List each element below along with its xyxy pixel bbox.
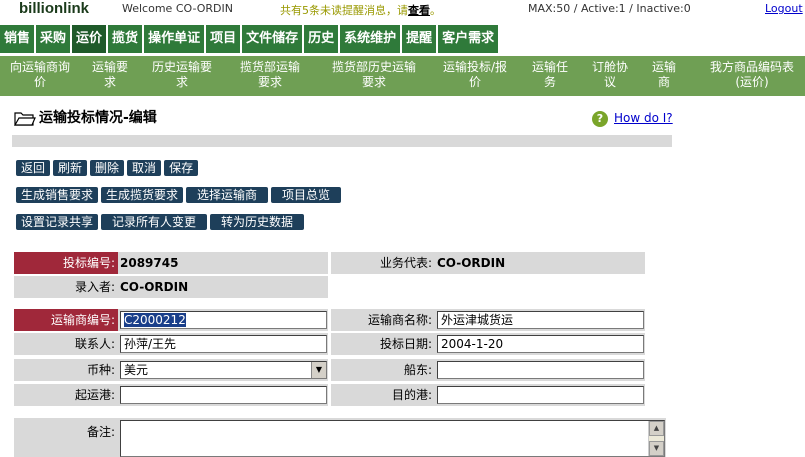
entered-by-label: 录入者: [14,276,118,298]
tab-history[interactable]: 历史 [304,25,339,53]
chevron-down-icon[interactable]: ▼ [311,362,326,378]
cancel-button[interactable]: 取消 [127,160,162,176]
bid-no-label: 投标编号: [14,252,118,274]
dest-port-label: 目的港: [331,384,435,406]
currency-select[interactable]: 美元 ▼ [120,361,327,379]
app-logo: billionlink [19,0,89,17]
subnav-carriers[interactable]: 运输 商 [649,60,679,90]
help-icon[interactable]: ? [592,111,608,127]
remarks-label: 备注: [14,418,118,457]
title-divider [12,135,672,147]
subnav-transport-tasks[interactable]: 运输任 务 [527,60,573,90]
carrier-no-selected-text: C2000212 [124,313,186,327]
set-record-sharing-button[interactable]: 设置记录共享 [16,214,99,230]
carrier-name-label: 运输商名称: [331,309,435,331]
tab-reminders[interactable]: 提醒 [402,25,437,53]
reminder-notice: 共有5条未读提醒消息，请查看。 [280,2,441,18]
delete-button[interactable]: 删除 [90,160,125,176]
tab-cargo-canvassing[interactable]: 揽货 [108,25,143,53]
subnav-history-transport-requirements[interactable]: 历史运输要 求 [145,60,219,90]
reminder-view-link[interactable]: 查看 [408,4,430,17]
subnav-transport-requirements[interactable]: 运输要 求 [87,60,133,90]
bid-date-label: 投标日期: [331,333,435,355]
reminder-notice-prefix: 共有5条未读提醒消息，请 [280,4,408,17]
remarks-scrollbar[interactable]: ▲ ▼ [648,421,664,456]
tab-system-maintenance[interactable]: 系统维护 [340,25,401,53]
shipowner-label: 船东: [331,359,435,381]
tab-operation-documents[interactable]: 操作单证 [144,25,205,53]
convert-to-history-button[interactable]: 转为历史数据 [210,214,305,230]
top-bar: billionlink Welcome CO-ORDIN 共有5条未读提醒消息，… [0,0,805,18]
contact-input[interactable]: 孙萍/王先 [120,335,327,353]
refresh-button[interactable]: 刷新 [53,160,88,176]
main-nav: 销售 采购 运价 揽货 操作单证 项目 文件储存 历史 系统维护 提醒 客户需求 [0,25,500,53]
origin-port-label: 起运港: [14,384,118,406]
carrier-no-label: 运输商编号: [14,309,118,331]
tab-sales[interactable]: 销售 [0,25,35,53]
folder-icon [14,112,36,126]
subnav-carrier-inquiry[interactable]: 向运输商询 价 [4,60,76,90]
generate-sales-request-button[interactable]: 生成销售要求 [16,187,99,203]
sales-rep-label: 业务代表: [331,252,435,274]
page-header: 运输投标情况-编辑 ? How do I? [14,108,674,128]
dest-port-input[interactable] [437,386,644,404]
reminder-notice-suffix: 。 [430,4,441,17]
welcome-text: Welcome CO-ORDIN [122,2,233,15]
session-stats: MAX:50 / Active:1 / Inactive:0 [528,2,691,15]
tab-file-storage[interactable]: 文件储存 [242,25,303,53]
subnav-transport-bids[interactable]: 运输投标/报 价 [437,60,513,90]
carrier-name-input[interactable]: 外运津城货运 [437,311,644,329]
tab-customer-requirements[interactable]: 客户需求 [438,25,499,53]
contact-label: 联系人: [14,333,118,355]
tab-projects[interactable]: 项目 [206,25,241,53]
action-buttons-row-1: 返回 刷新 删除 取消 保存 [16,160,201,176]
subnav-booking-agreements[interactable]: 订舱协 议 [587,60,633,90]
bid-no-value: 2089745 [118,252,328,274]
generate-canvassing-request-button[interactable]: 生成揽货要求 [101,187,184,203]
back-button[interactable]: 返回 [16,160,51,176]
tab-freight-rates[interactable]: 运价 [72,25,107,53]
origin-port-input[interactable] [120,386,327,404]
currency-selected-value: 美元 [124,363,149,377]
page-title: 运输投标情况-编辑 [39,110,157,126]
subnav-canvassing-history-requirements[interactable]: 揽货部历史运输 要求 [326,60,422,90]
shipowner-input[interactable] [437,361,644,379]
select-carrier-button[interactable]: 选择运输商 [186,187,269,203]
action-buttons-row-3: 设置记录共享 记录所有人变更 转为历史数据 [16,214,307,230]
help-link[interactable]: How do I? [614,111,673,125]
sub-nav: 向运输商询 价 运输要 求 历史运输要 求 揽货部运输 要求 揽货部历史运输 要… [0,56,805,96]
scroll-up-icon[interactable]: ▲ [649,421,664,436]
save-button[interactable]: 保存 [164,160,199,176]
remarks-textarea[interactable]: ▲ ▼ [120,420,665,457]
action-buttons-row-2: 生成销售要求 生成揽货要求 选择运输商 项目总览 [16,187,344,203]
currency-label: 币种: [14,359,118,381]
remarks-text [121,421,124,435]
sales-rep-value: CO-ORDIN [435,252,645,274]
bid-date-input[interactable]: 2004-1-20 [437,335,644,353]
subnav-canvassing-transport-requirements[interactable]: 揽货部运输 要求 [233,60,307,90]
tab-purchase[interactable]: 采购 [36,25,71,53]
entered-by-value: CO-ORDIN [118,276,328,298]
project-overview-button[interactable]: 项目总览 [271,187,342,203]
subnav-product-code-table[interactable]: 我方商品编码表 (运价) [702,60,802,90]
change-record-owner-button[interactable]: 记录所有人变更 [101,214,208,230]
logout-link[interactable]: Logout [765,2,803,15]
carrier-no-input[interactable]: C2000212 [120,311,327,329]
scroll-down-icon[interactable]: ▼ [649,441,664,456]
